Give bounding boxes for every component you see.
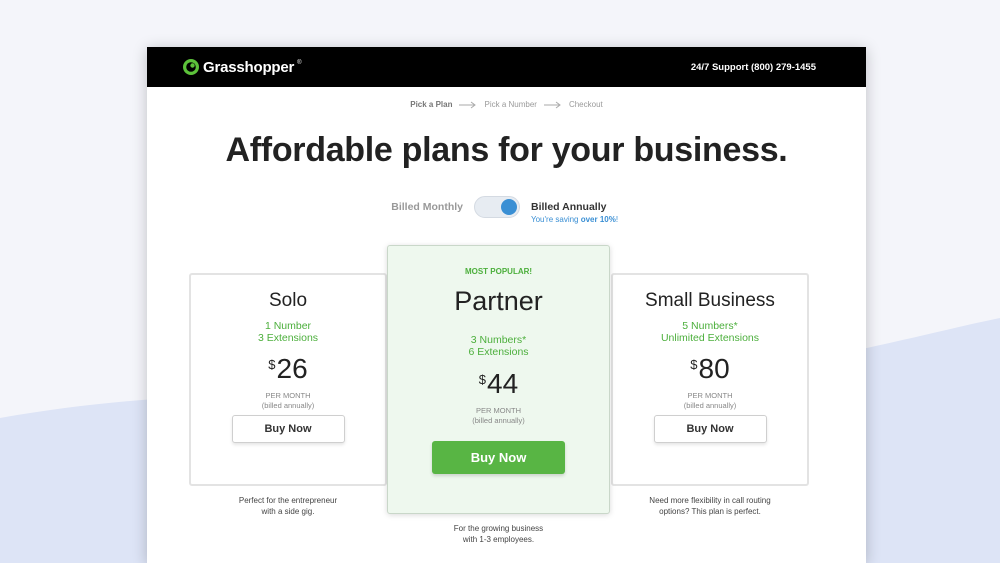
support-phone[interactable]: 24/7 Support (800) 279-1455: [691, 62, 816, 73]
price-amount: 44: [487, 368, 519, 399]
plan-feature: Unlimited Extensions: [660, 332, 760, 344]
per-month-label: PER MONTH: [476, 406, 521, 415]
plan-card-small-business: Small Business 5 Numbers* Unlimited Exte…: [611, 273, 809, 486]
currency-symbol: $: [690, 357, 698, 372]
plan-name: Solo: [268, 290, 308, 311]
saving-prefix: You're saving: [531, 215, 581, 224]
per-month-label: PER MONTH: [687, 391, 733, 400]
plan-features: 1 Number 3 Extensions: [191, 320, 385, 344]
grasshopper-logo-icon: [183, 59, 199, 75]
pricing-page: Grasshopper ® 24/7 Support (800) 279-145…: [147, 47, 866, 563]
billing-toggle-group: Billed Monthly Billed Annually You're sa…: [147, 196, 866, 226]
plan-description-solo: Perfect for the entrepreneur with a side…: [189, 495, 387, 517]
saving-suffix: !: [615, 215, 619, 224]
price-amount: 26: [276, 353, 308, 384]
price-period: PER MONTH (billed annually): [613, 391, 807, 411]
price-period: PER MONTH (billed annually): [388, 406, 609, 426]
plan-feature: 1 Number: [264, 320, 312, 332]
billed-monthly-label[interactable]: Billed Monthly: [391, 201, 463, 213]
plan-card-partner: MOST POPULAR! Partner 3 Numbers* 6 Exten…: [387, 245, 610, 514]
price-period: PER MONTH (billed annually): [191, 391, 385, 411]
saving-note: You're saving over 10%!: [531, 215, 618, 224]
step-checkout: Checkout: [568, 100, 603, 109]
plan-name: Partner: [454, 286, 543, 316]
price-amount: 80: [698, 353, 730, 384]
plan-price: $ 44: [388, 368, 609, 400]
plan-features: 3 Numbers* 6 Extensions: [388, 334, 609, 358]
plan-feature: 5 Numbers*: [682, 320, 738, 332]
description-line: For the growing business: [453, 524, 544, 533]
description-line: Perfect for the entrepreneur: [238, 496, 338, 505]
checkout-steps: Pick a Plan Pick a Number Checkout: [147, 100, 866, 109]
page-title: Affordable plans for your business.: [225, 131, 788, 169]
plan-card-solo: Solo 1 Number 3 Extensions $ 26 PER MONT…: [189, 273, 387, 486]
currency-symbol: $: [478, 372, 487, 387]
grasshopper-logo[interactable]: Grasshopper ®: [182, 58, 302, 76]
billing-toggle[interactable]: [474, 196, 520, 218]
description-line: with a side gig.: [261, 507, 315, 516]
toggle-knob: [501, 199, 517, 215]
step-pick-number: Pick a Number: [484, 100, 537, 109]
top-bar: Grasshopper ® 24/7 Support (800) 279-145…: [147, 47, 866, 87]
buy-now-button-solo[interactable]: Buy Now: [231, 415, 345, 443]
buy-now-button-small-business[interactable]: Buy Now: [653, 415, 767, 443]
plan-price: $ 26: [191, 353, 385, 385]
arrow-right-icon: [543, 101, 561, 108]
billed-annually-note: (billed annually): [472, 416, 525, 425]
brand-name: Grasshopper: [203, 58, 295, 76]
billed-annually-note: (billed annually): [683, 401, 737, 410]
plan-feature: 3 Numbers*: [470, 334, 527, 346]
billed-annually-label[interactable]: Billed Annually: [531, 201, 606, 213]
step-pick-plan: Pick a Plan: [410, 100, 453, 109]
description-line: Need more flexibility in call routing: [649, 496, 771, 505]
currency-symbol: $: [268, 357, 276, 372]
plan-feature: 6 Extensions: [468, 346, 529, 358]
description-line: options? This plan is perfect.: [659, 507, 761, 516]
plan-price: $ 80: [613, 353, 807, 385]
plan-description-small-business: Need more flexibility in call routing op…: [611, 495, 809, 517]
per-month-label: PER MONTH: [265, 391, 311, 400]
description-line: with 1-3 employees.: [462, 535, 535, 544]
billed-annually-note: (billed annually): [261, 401, 315, 410]
saving-amount: over 10%: [580, 215, 616, 224]
plan-features: 5 Numbers* Unlimited Extensions: [613, 320, 807, 344]
plan-feature: 3 Extensions: [257, 332, 319, 344]
plan-name: Small Business: [645, 290, 775, 311]
most-popular-badge: MOST POPULAR!: [464, 267, 533, 276]
buy-now-button-partner[interactable]: Buy Now: [432, 441, 565, 474]
plan-description-partner: For the growing business with 1-3 employ…: [387, 523, 610, 545]
arrow-right-icon: [459, 101, 477, 108]
trademark-mark: ®: [297, 60, 302, 66]
